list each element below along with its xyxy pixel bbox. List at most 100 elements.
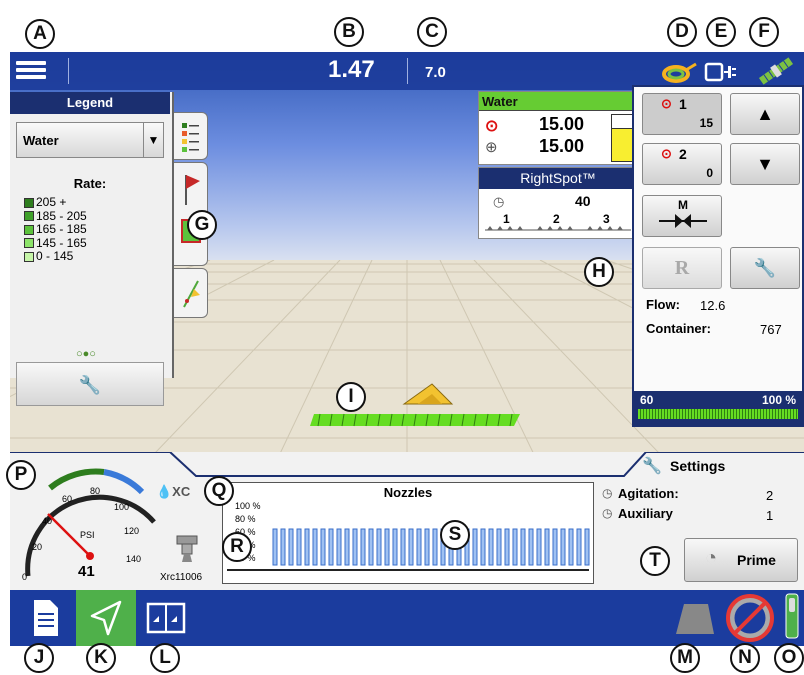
callout-n: N xyxy=(730,643,760,673)
gps-signal-icon[interactable] xyxy=(660,58,700,84)
target-icon: ⊙ xyxy=(661,96,672,111)
autosteer-button[interactable] xyxy=(722,590,778,646)
callout-e: E xyxy=(706,17,736,47)
water-rate-box[interactable]: Water ⊙ 15.00 ⊕ 15.00 xyxy=(478,91,638,165)
product-dropdown-value: Water xyxy=(23,133,59,148)
speed-readout: 1.47 xyxy=(328,56,375,83)
auxiliary-label: Auxiliary xyxy=(618,506,673,521)
gauge-tick: 100 xyxy=(114,502,129,512)
rate-up-button[interactable]: ▲ xyxy=(730,93,800,135)
valve-icon xyxy=(659,214,707,228)
prime-label: Prime xyxy=(737,552,776,568)
navigation-arrow-icon xyxy=(90,600,122,636)
legend-tab[interactable] xyxy=(174,112,208,160)
menu-icon[interactable] xyxy=(16,58,46,84)
agitation-value: 2 xyxy=(766,488,774,503)
split-screen-button[interactable] xyxy=(138,590,194,646)
control-settings-button[interactable]: 🔧 xyxy=(730,247,800,289)
rate-legend-list: 205 + 185 - 205 165 - 185 145 - 165 0 - … xyxy=(24,195,87,264)
divider xyxy=(407,58,408,84)
arrow-up-icon: ▲ xyxy=(756,104,774,124)
gauge-tick: 60 xyxy=(62,494,72,504)
nozzle-chart[interactable]: Nozzles 100 % 80 % 60 % 40 % 20 % xyxy=(222,482,594,584)
implement-icon[interactable] xyxy=(704,60,738,84)
container-value: 767 xyxy=(760,322,782,337)
callout-f: F xyxy=(749,17,779,47)
auxiliary-value: 1 xyxy=(766,508,774,523)
documents-button[interactable] xyxy=(18,590,74,646)
settings-title[interactable]: Settings xyxy=(670,458,725,474)
chart-baseline xyxy=(227,569,589,571)
prescription-button[interactable]: R xyxy=(642,247,722,289)
prime-button[interactable]: ◔ Prime xyxy=(684,538,798,582)
steering-disabled-icon xyxy=(726,594,774,642)
container-label: Container: xyxy=(646,321,711,336)
rate-1-button[interactable]: ⊙ 1 15 xyxy=(642,93,722,135)
wrench-icon: 🔧 xyxy=(753,258,777,278)
boom-sections: 1 2 3 xyxy=(483,212,633,234)
rightspot-box[interactable]: RightSpot™ ◷ 40 1 2 3 xyxy=(478,167,638,239)
gauge-tick: 20 xyxy=(32,542,42,552)
rate-2-label: 2 xyxy=(679,146,687,162)
flow-label: Flow: xyxy=(646,297,680,312)
callout-h: H xyxy=(584,257,614,287)
nozzle-bars xyxy=(272,528,590,566)
callout-r: R xyxy=(222,532,252,562)
callout-l: L xyxy=(150,643,180,673)
tank-level-fill xyxy=(638,409,798,419)
manual-control-button[interactable]: M xyxy=(642,195,722,237)
gauge-tick: 140 xyxy=(126,554,141,564)
auxiliary-icon: ◷ xyxy=(602,506,613,520)
target-rate: 15.00 xyxy=(539,114,585,134)
pressure-gauge: 0 20 40 60 80 100 120 140 PSI 41 xyxy=(22,468,156,582)
guidance-tab[interactable] xyxy=(174,268,208,318)
arrow-down-icon: ▼ xyxy=(756,154,774,174)
callout-m: M xyxy=(670,643,700,673)
satellite-icon[interactable] xyxy=(756,56,796,86)
agitation-icon: ◷ xyxy=(602,486,613,500)
gauge-tick: 0 xyxy=(22,572,27,582)
display-screen: 1.47 7.0 Legend Water ▼ Rate: 205 + 185 … xyxy=(10,52,804,650)
page-dots[interactable]: ○●○ xyxy=(76,348,96,360)
rx-label: R xyxy=(674,257,690,279)
wrench-icon: 🔧 xyxy=(78,375,102,395)
manual-label: M xyxy=(678,198,688,212)
bottom-taskbar xyxy=(10,590,804,646)
chevron-down-icon: ▼ xyxy=(143,123,163,157)
rightspot-value: 40 xyxy=(575,193,591,209)
section-label: 2 xyxy=(553,212,560,226)
wrench-icon[interactable]: 🔧 xyxy=(642,456,662,476)
row-units-icon xyxy=(676,604,714,634)
legend-settings-button[interactable]: 🔧 xyxy=(16,362,164,406)
flow-value: 12.6 xyxy=(700,298,726,313)
guidance-button[interactable] xyxy=(76,590,136,646)
section-label: 1 xyxy=(503,212,510,226)
gauge-icon: ◔ xyxy=(705,547,718,569)
tank-level-right: 100 % xyxy=(761,393,796,407)
xc-sensor-icon[interactable]: 💧XC xyxy=(156,484,190,500)
flag-icon xyxy=(184,175,200,205)
nozzle-icon xyxy=(176,535,198,562)
product-dropdown[interactable]: Water ▼ xyxy=(16,122,164,158)
product-control-panel: ⊙ 1 15 ▲ ⊙ 2 0 ▼ M R 🔧 Flow: 12.6 Contai… xyxy=(632,85,804,427)
callout-t: T xyxy=(640,546,670,576)
callout-d: D xyxy=(667,17,697,47)
rate-range-item: 205 + xyxy=(24,195,87,210)
rate-down-button[interactable]: ▼ xyxy=(730,143,800,185)
rate-2-button[interactable]: ⊙ 2 0 xyxy=(642,143,722,185)
callout-g: G xyxy=(187,210,217,240)
lift-switch-indicator[interactable] xyxy=(780,590,804,646)
gauge-unit: PSI xyxy=(80,530,95,540)
callout-o: O xyxy=(774,643,804,673)
water-title: Water xyxy=(479,92,637,111)
target-icon: ⊙ xyxy=(661,146,672,161)
callout-a: A xyxy=(25,19,55,49)
callout-p: P xyxy=(6,460,36,490)
rate-1-value: 15 xyxy=(699,116,713,130)
rate-2-value: 0 xyxy=(706,166,713,180)
callout-k: K xyxy=(86,643,116,673)
row-units-button[interactable] xyxy=(666,590,722,646)
nozzle-chart-title: Nozzles xyxy=(383,485,433,500)
legend-list-icon xyxy=(181,123,199,152)
status-value: 7.0 xyxy=(425,64,446,81)
